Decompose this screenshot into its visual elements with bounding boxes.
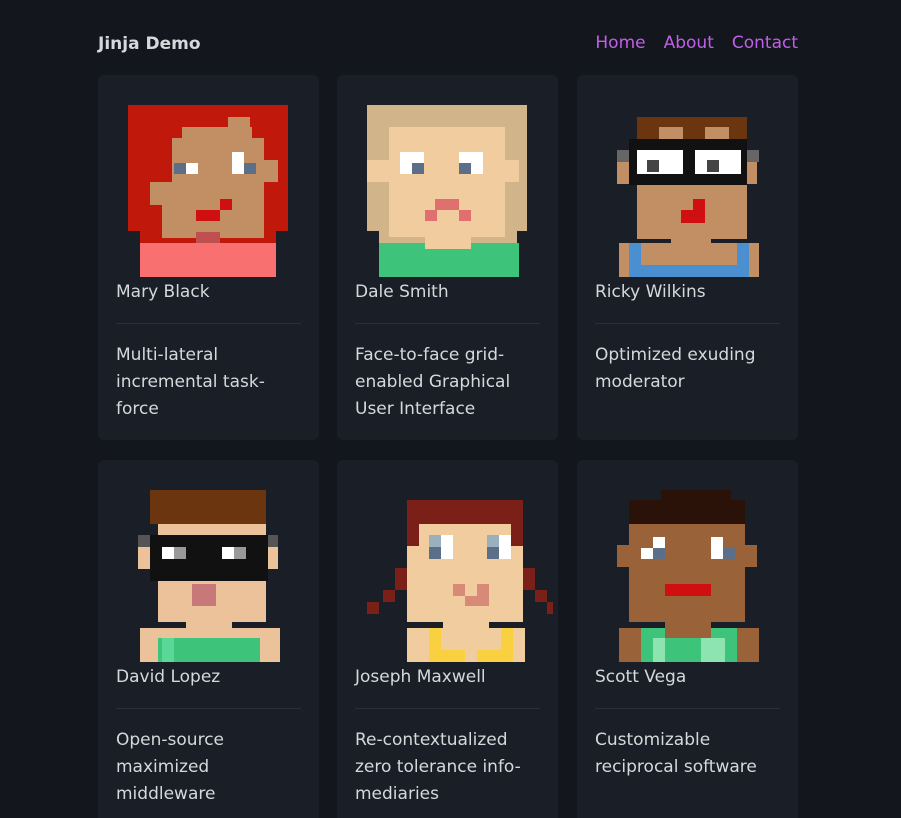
card-divider: [595, 323, 780, 324]
card-name: Dale Smith: [355, 282, 449, 302]
card-divider: [595, 708, 780, 709]
card-name: Mary Black: [116, 282, 210, 302]
card-description: Face-to-face grid-enabled Graphical User…: [355, 345, 511, 419]
nav-links: Home About Contact: [595, 33, 798, 53]
profile-card: Ricky Wilkins Optimized exuding moderato…: [577, 75, 798, 440]
brand-title[interactable]: Jinja Demo: [98, 34, 201, 54]
avatar-icon: [367, 490, 553, 662]
profile-card: Joseph Maxwell Re-contextualized zero to…: [337, 460, 558, 818]
page: Jinja Demo Home About Contact Mary Black…: [0, 0, 901, 818]
card-name: Scott Vega: [595, 667, 687, 687]
navbar: Jinja Demo Home About Contact: [98, 30, 798, 58]
card-divider: [116, 323, 301, 324]
card-description: Optimized exuding moderator: [595, 345, 756, 392]
profile-card: Scott Vega Customizable reciprocal softw…: [577, 460, 798, 818]
card-description: Open-source maximized middleware: [116, 730, 224, 804]
card-name: Ricky Wilkins: [595, 282, 706, 302]
card-description: Customizable reciprocal software: [595, 730, 757, 777]
profile-card: Dale Smith Face-to-face grid-enabled Gra…: [337, 75, 558, 440]
card-divider: [116, 708, 301, 709]
avatar-icon: [128, 105, 288, 277]
nav-link-contact[interactable]: Contact: [732, 33, 798, 53]
card-divider: [355, 708, 540, 709]
profile-card: Mary Black Multi-lateral incremental tas…: [98, 75, 319, 440]
avatar-icon: [607, 105, 767, 277]
card-description: Multi-lateral incremental task-force: [116, 345, 265, 419]
card-divider: [355, 323, 540, 324]
card-description: Re-contextualized zero tolerance info-me…: [355, 730, 521, 804]
card-name: David Lopez: [116, 667, 221, 687]
avatar-icon: [367, 105, 527, 277]
profile-card: David Lopez Open-source maximized middle…: [98, 460, 319, 818]
avatar-icon: [128, 490, 288, 662]
card-name: Joseph Maxwell: [355, 667, 486, 687]
avatar-icon: [607, 490, 767, 662]
nav-link-about[interactable]: About: [664, 33, 714, 53]
nav-link-home[interactable]: Home: [595, 33, 645, 53]
